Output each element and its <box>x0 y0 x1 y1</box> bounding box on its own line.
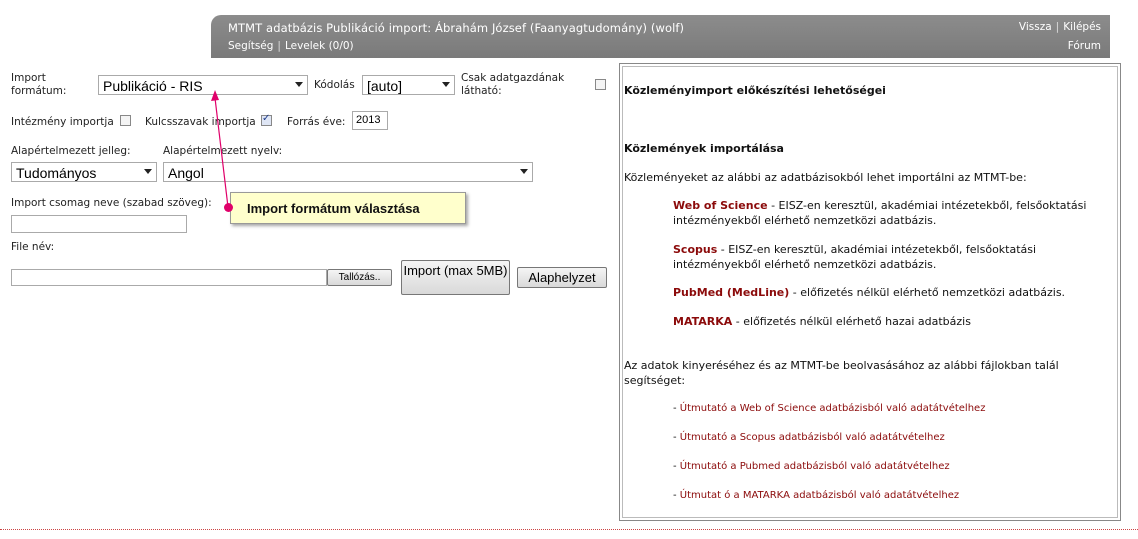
tooltip-callout: Import formátum választása <box>230 192 466 224</box>
source-name[interactable]: MATARKA <box>673 315 732 328</box>
panel-intro: Közleményeket az alábbi az adatbázisokbó… <box>624 171 1027 184</box>
guide-link-text[interactable]: Útmutató a Web of Science adatbázisból v… <box>680 403 986 414</box>
source-item: PubMed (MedLine) - előfizetés nélkül elé… <box>673 285 1113 300</box>
source-desc: - EISZ-en keresztül, akadémiai intézetek… <box>673 243 1037 271</box>
source-name[interactable]: Scopus <box>673 243 717 256</box>
panel-heading-prep: Közleményimport előkészítési lehetőségei <box>624 84 886 97</box>
annotation-dot <box>224 203 233 212</box>
guide-link[interactable]: - Útmutató a Pubmed adatbázisból való ad… <box>673 461 950 472</box>
source-desc: - előfizetés nélkül elérhető hazai adatb… <box>732 315 971 328</box>
source-item: Scopus - EISZ-en keresztül, akadémiai in… <box>673 242 1113 272</box>
source-desc: - előfizetés nélkül elérhető nemzetközi … <box>789 286 1066 299</box>
source-item: Web of Science - EISZ-en keresztül, akad… <box>673 198 1113 228</box>
guide-link-text[interactable]: Útmutat ó a MATARKA adatbázisból való ad… <box>680 490 959 501</box>
guide-link-text[interactable]: Útmutató a Scopus adatbázisból való adat… <box>680 432 945 443</box>
source-name[interactable]: PubMed (MedLine) <box>673 286 789 299</box>
panel-heading-import: Közlemények importálása <box>624 142 784 155</box>
guide-link[interactable]: - Útmutató a Web of Science adatbázisból… <box>673 403 985 414</box>
panel-help-text: Az adatok kinyeréséhez és az MTMT-be beo… <box>624 359 1059 387</box>
source-name[interactable]: Web of Science <box>673 199 768 212</box>
page-divider <box>0 529 1138 530</box>
guide-link-text[interactable]: Útmutató a Pubmed adatbázisból való adat… <box>680 461 950 472</box>
guide-link[interactable]: - Útmutató a Scopus adatbázisból való ad… <box>673 432 945 443</box>
guide-link[interactable]: - Útmutat ó a MATARKA adatbázisból való … <box>673 490 959 501</box>
source-item: MATARKA - előfizetés nélkül elérhető haz… <box>673 314 1113 329</box>
